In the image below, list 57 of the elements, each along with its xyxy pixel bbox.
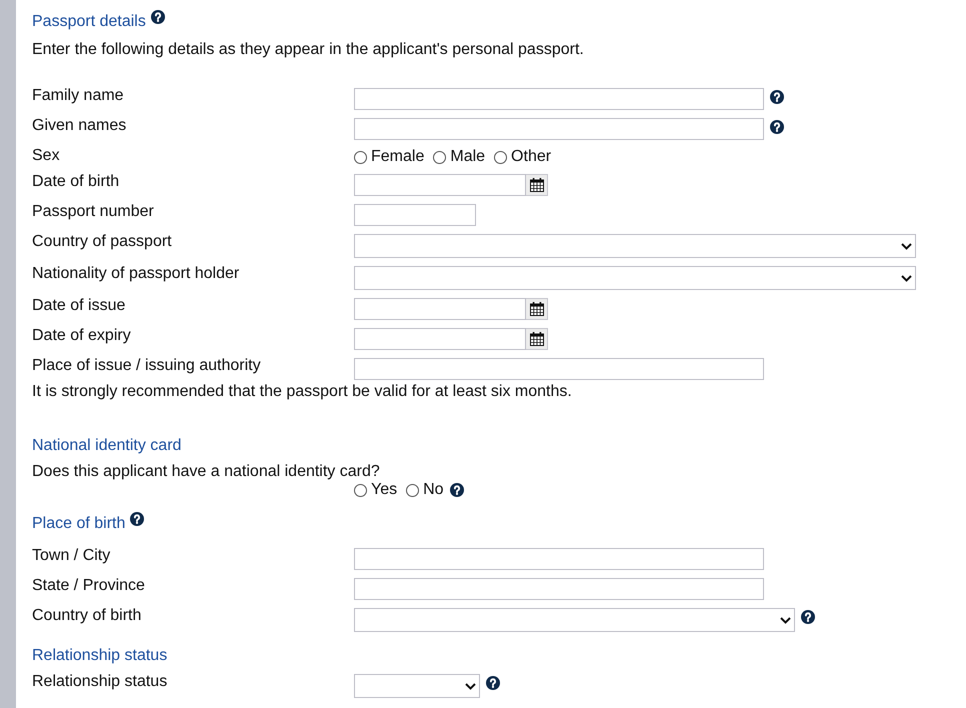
radio-button[interactable] xyxy=(354,484,367,496)
date-field[interactable] xyxy=(354,174,526,196)
help-icon[interactable] xyxy=(130,512,144,526)
field-label: Place of issue / issuing authority xyxy=(32,356,262,376)
help-icon[interactable] xyxy=(770,120,784,134)
date-field[interactable] xyxy=(354,328,526,350)
question-text: Does this applicant have a national identity card? xyxy=(32,462,380,482)
section-heading: Relationship status xyxy=(32,646,168,666)
radio-option[interactable]: No xyxy=(406,481,444,499)
radio-option[interactable]: Other xyxy=(494,148,552,166)
chevron-down-icon xyxy=(901,242,912,250)
field-label: State / Province xyxy=(32,576,146,596)
field-label: Sex xyxy=(32,146,61,166)
calendar-button[interactable] xyxy=(526,174,548,196)
help-icon[interactable] xyxy=(150,10,165,24)
text-field[interactable] xyxy=(354,118,764,140)
text-field[interactable] xyxy=(354,548,764,570)
calendar-button[interactable] xyxy=(526,298,548,320)
text-field[interactable] xyxy=(354,88,764,110)
date-field[interactable] xyxy=(354,298,526,320)
field-label: Passport number xyxy=(32,202,155,222)
section-heading: Passport details xyxy=(32,12,146,32)
calendar-icon xyxy=(528,301,544,317)
help-icon[interactable] xyxy=(450,483,464,497)
help-icon[interactable] xyxy=(486,676,500,690)
field-label: Country of passport xyxy=(32,232,173,252)
note-text: It is strongly recommended that the passport be valid for at least six months. xyxy=(32,382,572,402)
field-label: Relationship status xyxy=(32,672,168,692)
field-label: Date of expiry xyxy=(32,326,132,346)
calendar-button[interactable] xyxy=(526,328,548,350)
calendar-icon xyxy=(528,177,544,193)
text-field[interactable] xyxy=(354,578,764,600)
calendar-icon xyxy=(528,331,544,347)
field-label: Date of birth xyxy=(32,172,120,192)
radio-button[interactable] xyxy=(406,484,420,496)
text-field[interactable] xyxy=(354,204,476,226)
chevron-down-icon xyxy=(465,682,476,690)
instruction-text: Enter the following details as they appear in the applicant's personal passport. xyxy=(32,40,584,60)
radio-option[interactable]: Male xyxy=(433,148,486,166)
field-label: Nationality of passport holder xyxy=(32,264,240,284)
field-label: Town / City xyxy=(32,546,112,566)
section-heading: Place of birth xyxy=(32,514,126,534)
text-field[interactable] xyxy=(354,358,764,380)
chevron-down-icon xyxy=(901,274,912,282)
radio-option[interactable]: Yes xyxy=(354,481,398,499)
radio-button[interactable] xyxy=(494,150,508,164)
section-heading: National identity card xyxy=(32,436,182,456)
chevron-down-icon xyxy=(780,616,791,624)
radio-option[interactable]: Female xyxy=(354,148,424,166)
field-label: Country of birth xyxy=(32,606,142,626)
field-label: Family name xyxy=(32,86,125,106)
help-icon[interactable] xyxy=(801,610,815,624)
help-icon[interactable] xyxy=(770,90,784,104)
field-label: Given names xyxy=(32,116,128,136)
field-label: Date of issue xyxy=(32,296,126,316)
radio-button[interactable] xyxy=(433,150,446,164)
radio-button[interactable] xyxy=(354,150,367,164)
